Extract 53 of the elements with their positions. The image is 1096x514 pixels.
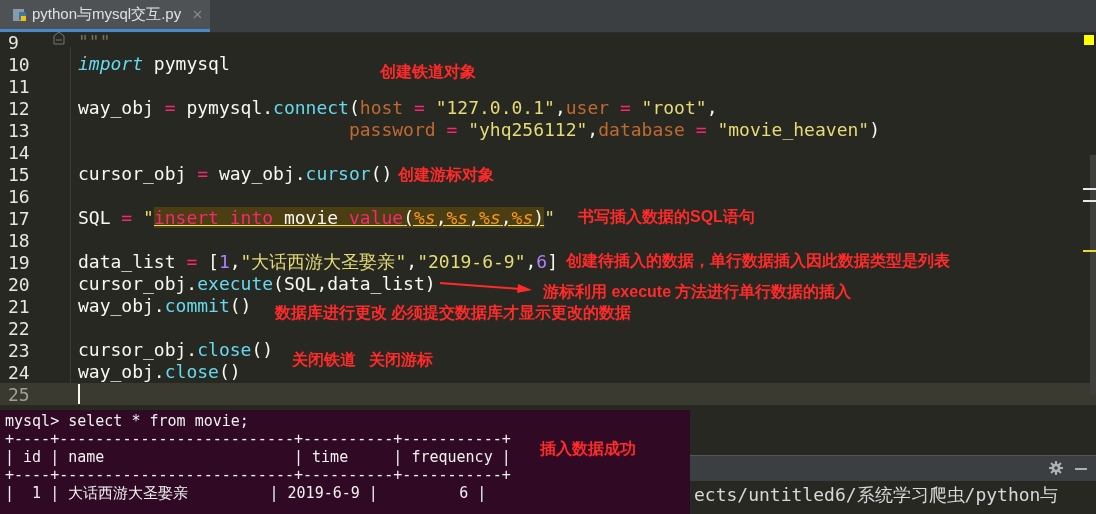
line-number: 11 xyxy=(8,74,30,99)
stripe-mark xyxy=(1083,250,1096,252)
run-path-text: ects/untitled6/系统学习爬虫/python与 xyxy=(694,483,1059,507)
stripe-mark xyxy=(1083,200,1096,202)
line-number: 18 xyxy=(8,228,30,253)
line-number: 19 xyxy=(8,250,30,275)
terminal-line: +----+--------------------------+----------+-----------+ xyxy=(5,466,511,484)
annotation-text: 插入数据成功 xyxy=(540,439,636,459)
line-number: 22 xyxy=(8,316,30,341)
code-line: password = "yhq256112",database = "movie_heaven") xyxy=(347,119,880,141)
annotation-text: 创建待插入的数据，单行数据插入因此数据类型是列表 xyxy=(566,251,950,271)
terminal-line: | id | name | time | frequency | xyxy=(5,448,511,466)
terminal-line: mysql> select * from movie; xyxy=(5,412,249,430)
text-cursor xyxy=(78,384,80,404)
file-tab[interactable]: python与mysql交互.py xyxy=(0,0,210,32)
line-number: 23 xyxy=(8,338,30,363)
line-number: 12 xyxy=(8,96,30,121)
code-line: cursor_obj = way_obj.cursor() xyxy=(78,163,393,185)
code-line: """ xyxy=(78,31,111,53)
code-line: way_obj.commit() xyxy=(78,295,252,317)
code-line: way_obj = pymysql.connect(host = "127.0.0.1",user = "root", xyxy=(78,97,718,119)
line-number: 17 xyxy=(8,206,30,231)
code-line: cursor_obj.execute(SQL,data_list) xyxy=(78,273,436,295)
annotation-text: 游标利用 execute 方法进行单行数据的插入 xyxy=(543,282,852,302)
terminal-line: | 1 | 大话西游大圣娶亲 | 2019-6-9 | 6 | xyxy=(5,484,487,502)
annotation-text: 数据库进行更改 必须提交数据库才显示更改的数据 xyxy=(275,303,632,323)
stripe-mark xyxy=(1083,188,1096,190)
error-stripe-marker xyxy=(1084,35,1094,45)
annotation-text: 创建游标对象 xyxy=(398,165,494,185)
code-line: data_list = [1,"大话西游大圣娶亲","2019-6-9",6] xyxy=(78,251,559,273)
code-line: way_obj.close() xyxy=(78,361,241,383)
line-number: 9 xyxy=(8,30,19,55)
terminal-line: +----+--------------------------+----------+-----------+ xyxy=(5,430,511,448)
annotation-text: 创建铁道对象 xyxy=(380,62,476,82)
scrollbar-thumb[interactable] xyxy=(1090,155,1096,395)
line-number: 20 xyxy=(8,272,30,297)
python-file-icon xyxy=(12,6,28,23)
code-line: import pymysql xyxy=(78,53,230,75)
line-number: 24 xyxy=(8,360,30,385)
line-number: 16 xyxy=(8,184,30,209)
code-line: cursor_obj.close() xyxy=(78,339,274,361)
line-number: 13 xyxy=(8,118,30,143)
code-line: SQL = "insert into movie value(%s,%s,%s,%s)" xyxy=(78,207,555,229)
line-number: 10 xyxy=(8,52,30,77)
fold-icon[interactable] xyxy=(52,31,65,45)
line-number: 25 xyxy=(8,382,30,407)
settings-icon[interactable] xyxy=(1049,461,1063,475)
line-number: 14 xyxy=(8,140,30,165)
close-icon[interactable] xyxy=(193,10,202,19)
line-number: 15 xyxy=(8,162,30,187)
annotation-text: 书写插入数据的SQL语句 xyxy=(578,207,755,227)
line-number: 21 xyxy=(8,294,30,319)
annotation-text: 关闭铁道 关闭游标 xyxy=(292,350,434,370)
